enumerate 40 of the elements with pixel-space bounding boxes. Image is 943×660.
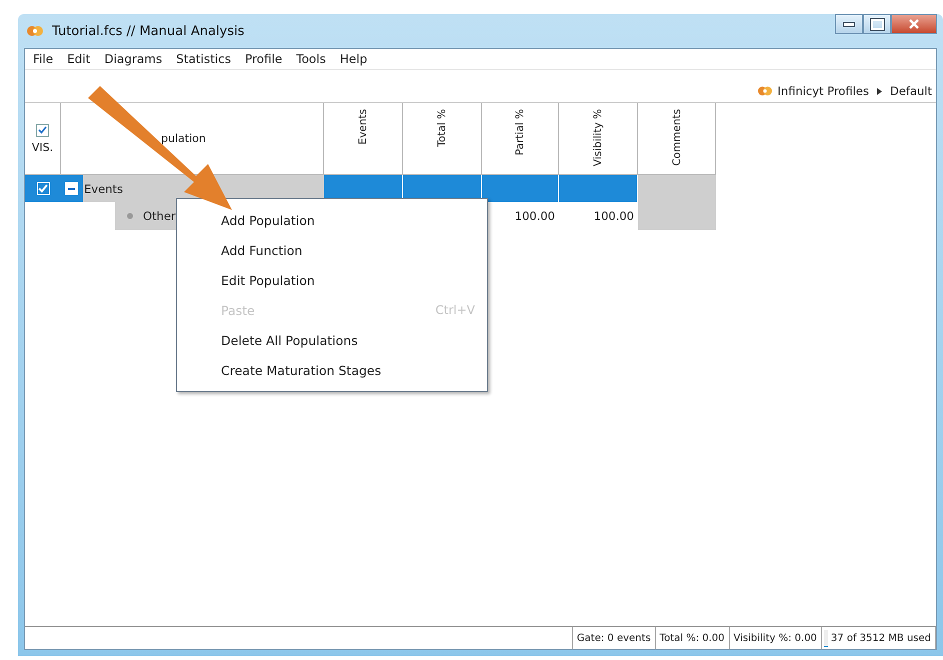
column-header: Total %: [436, 109, 448, 147]
population-name[interactable]: Other: [143, 209, 176, 223]
menu-item[interactable]: Statistics: [176, 52, 231, 66]
breadcrumb-link[interactable]: Infinicyt Profiles: [778, 84, 869, 98]
menu-item[interactable]: File: [33, 52, 54, 66]
minimize-button[interactable]: [835, 14, 863, 34]
close-button[interactable]: [891, 14, 937, 34]
menu-item[interactable]: Delete All Populations: [177, 325, 487, 355]
menu-item[interactable]: Diagrams: [104, 52, 162, 66]
maximize-button[interactable]: [863, 14, 891, 34]
population-name[interactable]: Events: [84, 182, 123, 196]
status-gate: Gate: 0 events: [572, 627, 656, 649]
menu-item[interactable]: Create Maturation Stages: [177, 355, 487, 385]
column-header: pulation: [161, 132, 206, 145]
bullet-icon: [127, 213, 133, 219]
menu-item[interactable]: Edit: [67, 52, 90, 66]
table-cell: 100.00: [594, 209, 634, 223]
table-cell: 100.00: [514, 209, 555, 223]
chevron-icon: [876, 88, 882, 94]
column-header: Visibility %: [592, 109, 604, 166]
app-logo-icon: [26, 23, 44, 39]
status-total: Total %: 0.00: [656, 627, 730, 649]
checkbox[interactable]: [36, 124, 49, 136]
column-header: Partial %: [514, 109, 526, 156]
status-visibility: Visibility %: 0.00: [730, 627, 822, 649]
menu-item[interactable]: Tools: [296, 52, 326, 66]
column-header: Comments: [670, 109, 682, 166]
menu-item[interactable]: Help: [340, 52, 368, 66]
collapse-toggle[interactable]: [65, 182, 78, 195]
close-icon: [908, 19, 920, 29]
app-logo-icon: [756, 84, 773, 98]
column-header: Events: [357, 109, 369, 145]
memory-usage: 37 of 3512 MB used: [830, 632, 931, 644]
column-header: VIS.: [32, 140, 54, 154]
menu-item[interactable]: Edit Population: [177, 265, 487, 295]
window-title: Tutorial.fcs // Manual Analysis: [52, 24, 244, 38]
menu-item[interactable]: Add Function: [177, 235, 487, 265]
menu-item[interactable]: Add Population: [177, 205, 487, 235]
breadcrumb-link[interactable]: Default: [890, 84, 932, 98]
menu-item[interactable]: Profile: [244, 52, 282, 66]
